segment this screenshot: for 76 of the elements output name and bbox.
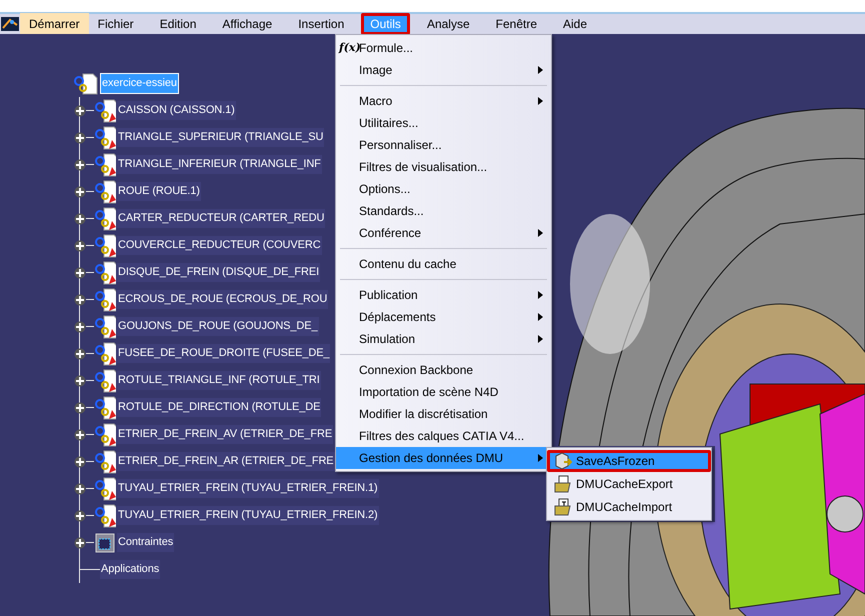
- menu-item[interactable]: Fenêtre: [486, 13, 546, 35]
- part-document-icon: [94, 342, 116, 366]
- part-document-icon: [94, 180, 116, 204]
- submenu-arrow-icon: [538, 97, 543, 105]
- menu-option[interactable]: Options...: [336, 178, 551, 200]
- tree-item-label[interactable]: TRIANGLE_INFERIEUR (TRIANGLE_INF: [117, 155, 322, 174]
- tree-item-label[interactable]: CAISSON (CAISSON.1): [117, 101, 236, 120]
- tree-item-label[interactable]: ECROUS_DE_ROUE (ECROUS_DE_ROU: [117, 290, 328, 309]
- part-document-icon: [94, 288, 116, 312]
- menu-option[interactable]: Contenu du cache: [336, 253, 551, 275]
- submenu-arrow-icon: [538, 335, 543, 343]
- tree-item-label[interactable]: ETRIER_DE_FREIN_AR (ETRIER_DE_FRE: [117, 452, 335, 471]
- part-document-icon: [94, 422, 116, 446]
- part-document-icon: [94, 314, 116, 338]
- menu-option[interactable]: Simulation: [336, 328, 551, 350]
- menu-item[interactable]: Affichage: [213, 13, 282, 35]
- menu-option[interactable]: Personnaliser...: [336, 134, 551, 156]
- constraints-icon: [94, 532, 116, 554]
- tree-item-label[interactable]: TUYAU_ETRIER_FREIN (TUYAU_ETRIER_FREIN.1): [117, 479, 379, 498]
- menu-option[interactable]: Déplacements: [336, 306, 551, 328]
- menu-option[interactable]: Standards...: [336, 200, 551, 222]
- menu-item[interactable]: Fichier: [88, 13, 143, 35]
- menu-option[interactable]: Filtres des calques CATIA V4...: [336, 425, 551, 447]
- submenu-arrow-icon: [538, 229, 543, 237]
- cube-arrow-icon: [554, 452, 572, 470]
- tree-item-label[interactable]: ROUE (ROUE.1): [117, 182, 201, 201]
- tree-item-label[interactable]: ETRIER_DE_FREIN_AV (ETRIER_DE_FRE: [117, 425, 334, 444]
- menu-option[interactable]: f(x)Formule...: [336, 37, 551, 59]
- submenu-option[interactable]: DMUCacheImport: [547, 496, 711, 518]
- part-document-icon: [94, 98, 116, 122]
- part-document-icon: [94, 234, 116, 258]
- part-document-icon: [94, 368, 116, 392]
- menu-option[interactable]: Macro: [336, 90, 551, 112]
- menu-item[interactable]: Analyse: [418, 13, 479, 35]
- submenu-arrow-icon: [538, 454, 543, 462]
- part-document-icon: [94, 476, 116, 500]
- formula-icon: f(x): [339, 40, 361, 56]
- part-document-icon: [94, 504, 116, 528]
- assembly-icon: [74, 72, 98, 94]
- menu-item[interactable]: Edition: [150, 13, 206, 35]
- menu-option[interactable]: Utilitaires...: [336, 112, 551, 134]
- tree-item-label[interactable]: Applications: [100, 560, 160, 579]
- tree-item-label[interactable]: FUSEE_DE_ROUE_DROITE (FUSEE_DE_: [117, 344, 330, 363]
- tree-item-label[interactable]: TRIANGLE_SUPERIEUR (TRIANGLE_SU: [117, 128, 324, 147]
- tree-item-label[interactable]: ROTULE_DE_DIRECTION (ROTULE_DE: [117, 398, 322, 417]
- tree-item-label[interactable]: COUVERCLE_REDUCTEUR (COUVERC: [117, 236, 322, 255]
- menu-option[interactable]: Publication: [336, 284, 551, 306]
- part-document-icon: [94, 126, 116, 150]
- menu-item[interactable]: Démarrer: [20, 13, 89, 35]
- tree-item-label[interactable]: CARTER_REDUCTEUR (CARTER_REDU: [117, 209, 326, 228]
- submenu-arrow-icon: [538, 291, 543, 299]
- menu-option[interactable]: Importation de scène N4D: [336, 381, 551, 403]
- tree-item-label[interactable]: DISQUE_DE_FREIN (DISQUE_DE_FREI: [117, 263, 320, 282]
- part-document-icon: [94, 152, 116, 176]
- tree-item-label[interactable]: ROTULE_TRIANGLE_INF (ROTULE_TRI: [117, 371, 321, 390]
- folder-document-icon: [554, 498, 572, 516]
- part-document-icon: [94, 450, 116, 474]
- tree-item-label[interactable]: TUYAU_ETRIER_FREIN (TUYAU_ETRIER_FREIN.2): [117, 506, 379, 525]
- part-document-icon: [94, 396, 116, 420]
- part-document-icon: [94, 260, 116, 284]
- tree-item-label[interactable]: Contraintes: [117, 533, 174, 552]
- menu-option[interactable]: Modifier la discrétisation: [336, 403, 551, 425]
- submenu-option[interactable]: DMUCacheExport: [547, 473, 711, 495]
- submenu-arrow-icon: [538, 313, 543, 321]
- app-logo-icon: [0, 16, 20, 32]
- submenu-arrow-icon: [538, 66, 543, 74]
- menu-option[interactable]: Connexion Backbone: [336, 359, 551, 381]
- menu-option[interactable]: Filtres de visualisation...: [336, 156, 551, 178]
- part-document-icon: [94, 206, 116, 230]
- menu-option[interactable]: Image: [336, 59, 551, 81]
- tree-item-label[interactable]: GOUJONS_DE_ROUE (GOUJONS_DE_: [117, 317, 319, 336]
- submenu-option[interactable]: SaveAsFrozen: [547, 450, 711, 472]
- menu-item[interactable]: Insertion: [289, 13, 354, 35]
- menu-option[interactable]: Conférence: [336, 222, 551, 244]
- menu-item[interactable]: Aide: [554, 13, 596, 35]
- folder-document-icon: [554, 475, 572, 493]
